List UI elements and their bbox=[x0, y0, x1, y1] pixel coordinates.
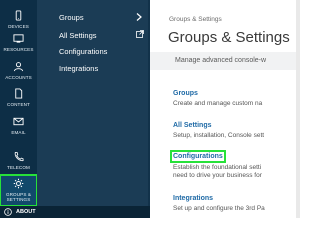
info-icon bbox=[4, 208, 12, 216]
about-label: ABOUT bbox=[16, 209, 36, 215]
rail-label-groups-settings: GROUPS & SETTINGS bbox=[6, 192, 31, 202]
telecom-icon bbox=[14, 151, 24, 162]
section-link-groups[interactable]: Groups bbox=[173, 90, 198, 97]
accounts-icon bbox=[13, 62, 24, 72]
breadcrumb[interactable]: Groups & Settings bbox=[169, 16, 222, 23]
resources-icon bbox=[13, 34, 24, 43]
intro-text: Manage advanced console-w bbox=[175, 57, 267, 64]
email-icon bbox=[13, 117, 24, 126]
rail-item-resources[interactable]: RESOURCES bbox=[0, 33, 37, 63]
main-content: Groups & Settings Groups & Settings Mana… bbox=[150, 0, 300, 218]
rail-label-accounts: ACCOUNTS bbox=[5, 75, 32, 80]
about-bar[interactable]: ABOUT bbox=[0, 206, 150, 218]
rail-label-devices: DEVICES bbox=[8, 24, 29, 29]
rail-item-email[interactable]: EMAIL bbox=[0, 116, 37, 146]
devices-icon bbox=[15, 10, 22, 21]
subnav-item-all-settings[interactable]: All Settings bbox=[59, 31, 97, 40]
gear-icon bbox=[13, 178, 24, 189]
section-link-all-settings[interactable]: All Settings bbox=[173, 122, 212, 129]
page-title: Groups & Settings bbox=[168, 29, 290, 46]
rail-label-resources: RESOURCES bbox=[3, 47, 34, 52]
rail-item-content[interactable]: CONTENT bbox=[0, 88, 37, 118]
subnav-item-groups[interactable]: Groups bbox=[59, 13, 84, 22]
content-icon bbox=[15, 88, 23, 99]
main-scrollbar[interactable] bbox=[296, 0, 300, 218]
subnav-item-configurations[interactable]: Configurations bbox=[59, 47, 107, 56]
rail-item-accounts[interactable]: ACCOUNTS bbox=[0, 61, 37, 91]
rail-label-telecom: TELECOM bbox=[7, 165, 30, 170]
section-desc-all-settings: Setup, installation, Console sett bbox=[173, 132, 265, 139]
section-desc-integrations: Set up and configure the 3rd Pa bbox=[173, 205, 265, 212]
section-desc-configurations-1: Establish the foundational setti bbox=[173, 164, 262, 171]
subnav-panel: Groups All Settings Configurations Integ… bbox=[37, 0, 150, 206]
section-link-configurations[interactable]: Configurations bbox=[170, 150, 226, 163]
chevron-right-icon[interactable] bbox=[136, 13, 142, 21]
section-link-integrations[interactable]: Integrations bbox=[173, 195, 213, 202]
subnav-item-integrations[interactable]: Integrations bbox=[59, 64, 98, 73]
rail-label-content: CONTENT bbox=[7, 102, 30, 107]
section-desc-groups: Create and manage custom na bbox=[173, 100, 263, 107]
rail-item-groups-settings[interactable]: GROUPS & SETTINGS bbox=[0, 174, 38, 207]
rail-label-line2: SETTINGS bbox=[6, 197, 31, 203]
rail-label-email: EMAIL bbox=[11, 130, 26, 135]
icon-rail: DEVICES RESOURCES ACCOUNTS CONTENT EMAIL… bbox=[0, 0, 38, 218]
section-desc-configurations-2: need to drive your business for bbox=[173, 172, 262, 179]
external-link-icon[interactable] bbox=[136, 30, 144, 38]
